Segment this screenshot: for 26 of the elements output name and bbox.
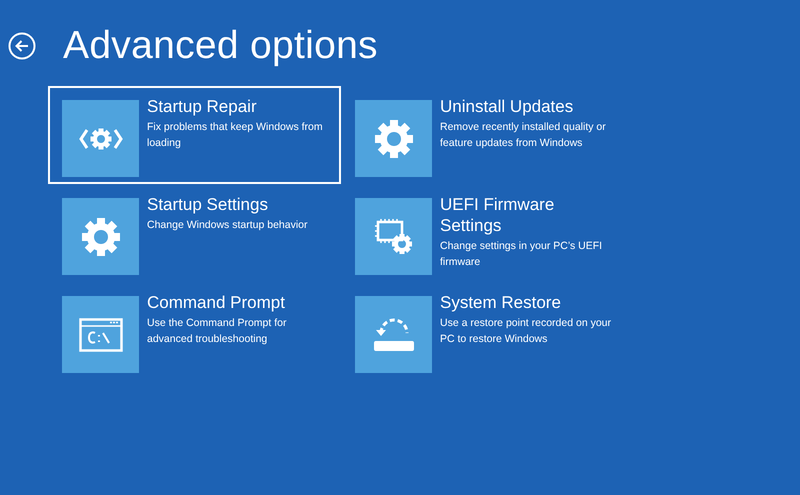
gear-icon bbox=[374, 118, 414, 158]
option-description: Use a restore point recorded on your PC to restore Windows bbox=[440, 316, 612, 347]
option-button[interactable]: Startup Settings Change Windows startup behavior bbox=[48, 184, 341, 282]
restore-drive-icon bbox=[372, 316, 416, 352]
option-button[interactable]: UEFI Firmware Settings Change settings in your PC’s UEFI firmware bbox=[341, 184, 634, 282]
option-title: Command Prompt bbox=[147, 292, 286, 313]
option-description: Fix problems that keep Windows from loading bbox=[147, 120, 324, 151]
page-title: Advanced options bbox=[63, 23, 378, 69]
code-gear-icon bbox=[78, 126, 122, 152]
option-button[interactable]: Uninstall Updates Remove recently installed quality or feature updates from Windows bbox=[341, 86, 634, 184]
terminal-icon bbox=[78, 318, 122, 352]
back-button[interactable] bbox=[8, 32, 36, 60]
chip-gear-icon bbox=[374, 218, 414, 256]
option-description: Use the Command Prompt for advanced troubleshooting bbox=[147, 316, 288, 347]
option-title: System Restore bbox=[440, 292, 562, 313]
option-description: Change settings in your PC’s UEFI firmware bbox=[440, 239, 604, 270]
option-button[interactable]: Startup Repair Fix problems that keep Windows from loading bbox=[48, 86, 341, 184]
option-title: UEFI Firmware Settings bbox=[440, 194, 556, 236]
option-title: Startup Settings bbox=[147, 194, 269, 215]
option-description: Change Windows startup behavior bbox=[147, 218, 308, 233]
option-button[interactable]: Command Prompt Use the Command Prompt for advanced troubleshooting bbox=[48, 282, 341, 380]
option-button[interactable]: System Restore Use a restore point recorded on your PC to restore Windows bbox=[341, 282, 634, 380]
option-title: Uninstall Updates bbox=[440, 96, 574, 117]
option-title: Startup Repair bbox=[147, 96, 258, 117]
gear-icon bbox=[80, 216, 120, 256]
option-description: Remove recently installed quality or feature updates from Windows bbox=[440, 120, 607, 151]
